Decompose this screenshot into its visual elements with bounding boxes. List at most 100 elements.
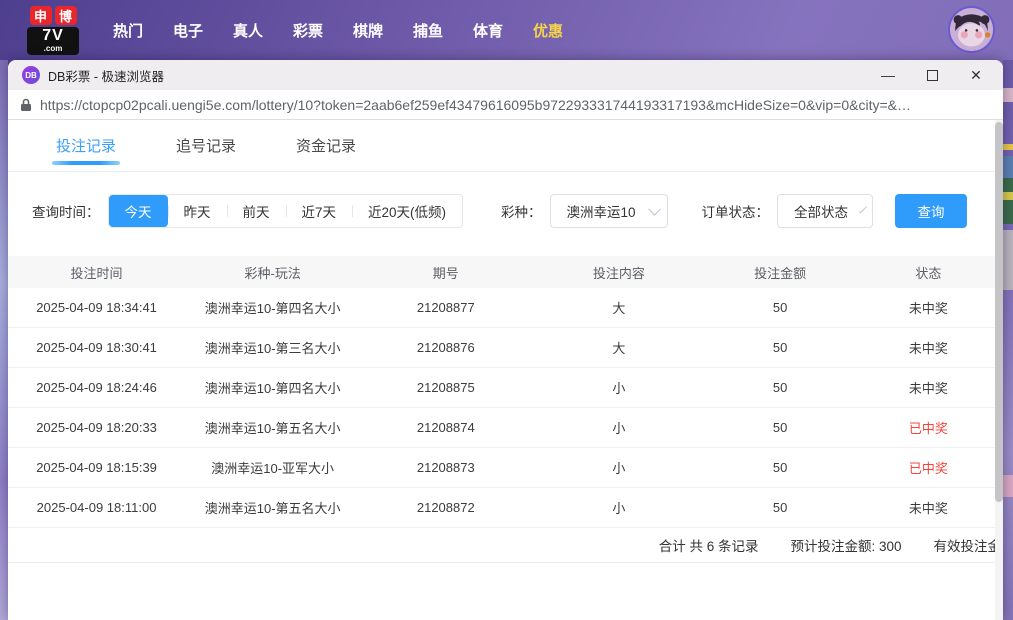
- time-option-7days[interactable]: 近7天: [286, 195, 353, 227]
- cell-content: 小: [531, 458, 706, 477]
- chevron-down-icon: [859, 205, 867, 213]
- cell-status: 未中奖: [854, 298, 1003, 317]
- backdrop-fragment: [1003, 178, 1013, 224]
- menu-item-promo[interactable]: 优惠: [518, 20, 578, 41]
- menu-item-hot[interactable]: 热门: [98, 20, 158, 41]
- page-content: 投注记录 追号记录 资金记录 查询时间： 今天 昨天 前天 近7天 近20天(低…: [8, 120, 1003, 620]
- cell-game: 澳洲幸运10-第四名大小: [185, 298, 360, 317]
- bet-records-table: 投注时间 彩种-玩法 期号 投注内容 投注金额 状态 2025-04-09 18…: [8, 256, 1003, 528]
- time-filter-label: 查询时间：: [32, 201, 100, 221]
- cell-game: 澳洲幸运10-第五名大小: [185, 498, 360, 517]
- cell-amount: 50: [706, 340, 853, 355]
- menu-item-chess[interactable]: 棋牌: [338, 20, 398, 41]
- chevron-down-icon: [648, 203, 661, 216]
- time-option-day-before[interactable]: 前天: [227, 195, 286, 227]
- maximize-button[interactable]: [923, 66, 941, 84]
- time-option-today[interactable]: 今天: [109, 195, 168, 227]
- col-header-game: 彩种-玩法: [185, 263, 360, 282]
- time-option-yesterday[interactable]: 昨天: [168, 195, 227, 227]
- cell-game: 澳洲幸运10-亚军大小: [185, 458, 360, 477]
- minimize-button[interactable]: —: [879, 66, 897, 84]
- cell-content: 大: [531, 338, 706, 357]
- cell-bet-time: 2025-04-09 18:24:46: [8, 380, 185, 395]
- tab-fund-records[interactable]: 资金记录: [294, 121, 358, 170]
- tab-bet-records[interactable]: 投注记录: [54, 121, 118, 170]
- summary-expected-amount: 预计投注金额: 300: [790, 535, 901, 555]
- main-menu: 热门 电子 真人 彩票 棋牌 捕鱼 体育 优惠: [98, 20, 578, 41]
- cell-amount: 50: [706, 420, 853, 435]
- cell-status: 未中奖: [854, 338, 1003, 357]
- col-header-status: 状态: [854, 263, 1003, 282]
- avatar-illustration: [950, 8, 993, 51]
- backdrop-left-strip: [0, 60, 8, 620]
- cell-game: 澳洲幸运10-第五名大小: [185, 418, 360, 437]
- table-row: 2025-04-09 18:30:41 澳洲幸运10-第三名大小 2120887…: [8, 328, 1003, 368]
- table-row: 2025-04-09 18:15:39 澳洲幸运10-亚军大小 21208873…: [8, 448, 1003, 488]
- cell-content: 小: [531, 418, 706, 437]
- tab-chase-records[interactable]: 追号记录: [174, 121, 238, 170]
- backdrop-fragment: [1003, 475, 1013, 497]
- menu-item-slots[interactable]: 电子: [158, 20, 218, 41]
- cell-content: 小: [531, 498, 706, 517]
- logo-badges: 申 博: [30, 6, 77, 25]
- query-button[interactable]: 查询: [895, 194, 967, 228]
- site-logo[interactable]: 申 博 7V .com: [26, 6, 80, 55]
- scrollbar[interactable]: [995, 120, 1003, 620]
- cell-amount: 50: [706, 500, 853, 515]
- cell-bet-time: 2025-04-09 18:11:00: [8, 500, 185, 515]
- app-icon: DB: [22, 66, 40, 84]
- logo-badge-bo: 博: [55, 6, 77, 25]
- backdrop-fragment: [1003, 144, 1013, 150]
- cell-issue: 21208874: [360, 420, 531, 435]
- time-range-group: 今天 昨天 前天 近7天 近20天(低频): [108, 194, 464, 228]
- window-titlebar: DB DB彩票 - 极速浏览器 — ✕: [8, 60, 1003, 90]
- col-header-content: 投注内容: [531, 263, 706, 282]
- cell-issue: 21208873: [360, 460, 531, 475]
- cell-content: 大: [531, 298, 706, 317]
- order-status-value: 全部状态: [794, 201, 848, 221]
- cell-issue: 21208875: [360, 380, 531, 395]
- table-row: 2025-04-09 18:11:00 澳洲幸运10-第五名大小 2120887…: [8, 488, 1003, 528]
- avatar[interactable]: [948, 6, 995, 53]
- order-status-select[interactable]: 全部状态: [777, 194, 873, 228]
- lock-icon: [20, 98, 32, 112]
- table-header-row: 投注时间 彩种-玩法 期号 投注内容 投注金额 状态: [8, 256, 1003, 288]
- status-filter-label: 订单状态：: [702, 201, 770, 221]
- table-row: 2025-04-09 18:24:46 澳洲幸运10-第四名大小 2120887…: [8, 368, 1003, 408]
- cell-bet-time: 2025-04-09 18:20:33: [8, 420, 185, 435]
- logo-com-text: .com: [44, 45, 63, 53]
- logo-badge-shen: 申: [30, 6, 52, 25]
- summary-bar: 合计 共 6 条记录 预计投注金额: 300 有效投注金: [8, 528, 1003, 563]
- cell-status: 未中奖: [854, 498, 1003, 517]
- cell-bet-time: 2025-04-09 18:15:39: [8, 460, 185, 475]
- summary-valid-amount-clipped: 有效投注金: [934, 535, 1002, 555]
- address-bar[interactable]: https://ctopcp02pcali.uengi5e.com/lotter…: [8, 90, 1003, 120]
- logo-7v-text: 7V: [42, 28, 64, 44]
- site-topbar: 申 博 7V .com 热门 电子 真人 彩票 棋牌 捕鱼 体育 优惠: [0, 0, 1013, 60]
- cell-amount: 50: [706, 380, 853, 395]
- menu-item-live[interactable]: 真人: [218, 20, 278, 41]
- time-option-20days[interactable]: 近20天(低频): [352, 195, 462, 227]
- cell-issue: 21208876: [360, 340, 531, 355]
- menu-item-lottery[interactable]: 彩票: [278, 20, 338, 41]
- window-title: DB彩票 - 极速浏览器: [48, 66, 164, 85]
- menu-item-sports[interactable]: 体育: [458, 20, 518, 41]
- table-row: 2025-04-09 18:20:33 澳洲幸运10-第五名大小 2120887…: [8, 408, 1003, 448]
- logo-7v-box: 7V .com: [27, 27, 79, 55]
- col-header-amount: 投注金额: [706, 263, 853, 282]
- lottery-filter-label: 彩种：: [501, 201, 542, 221]
- backdrop-right-strip: [1003, 60, 1013, 620]
- table-row: 2025-04-09 18:34:41 澳洲幸运10-第四名大小 2120887…: [8, 288, 1003, 328]
- menu-item-fishing[interactable]: 捕鱼: [398, 20, 458, 41]
- backdrop-fragment: [1003, 88, 1013, 102]
- maximize-icon: [927, 70, 938, 81]
- filter-bar: 查询时间： 今天 昨天 前天 近7天 近20天(低频) 彩种： 澳洲幸运10 订…: [8, 172, 1003, 246]
- close-button[interactable]: ✕: [967, 66, 985, 84]
- lottery-select[interactable]: 澳洲幸运10: [550, 194, 668, 228]
- col-header-issue: 期号: [360, 263, 531, 282]
- cell-amount: 50: [706, 460, 853, 475]
- lottery-select-value: 澳洲幸运10: [567, 201, 636, 221]
- cell-bet-time: 2025-04-09 18:34:41: [8, 300, 185, 315]
- cell-game: 澳洲幸运10-第三名大小: [185, 338, 360, 357]
- scrollbar-thumb[interactable]: [995, 122, 1003, 502]
